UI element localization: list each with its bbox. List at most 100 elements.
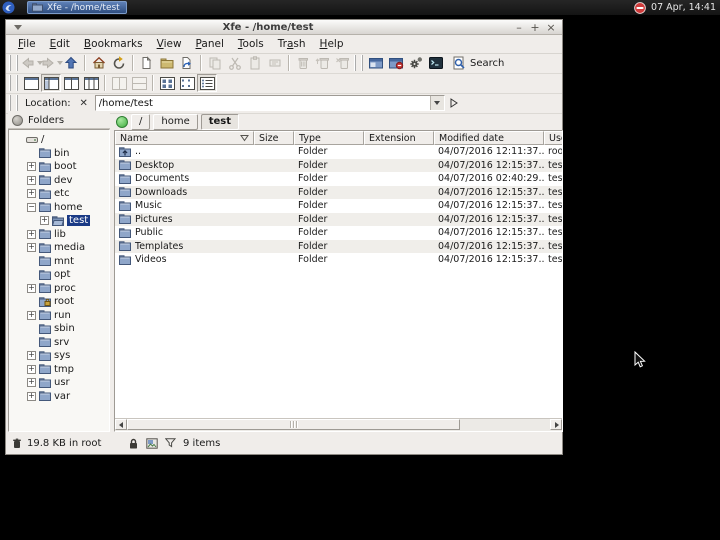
one-panel-button[interactable] <box>21 74 41 92</box>
column-header-name[interactable]: Name <box>115 131 254 145</box>
expand-icon[interactable]: + <box>40 216 49 225</box>
expand-icon[interactable]: + <box>27 162 36 171</box>
small-icons-view-button[interactable] <box>177 74 197 92</box>
expand-icon[interactable]: + <box>27 351 36 360</box>
file-row-Pictures[interactable]: PicturesFolder04/07/2016 12:15:37...test <box>115 213 562 227</box>
two-panels-button[interactable] <box>61 74 81 92</box>
tree-item-bin[interactable]: bin <box>9 147 109 161</box>
tree-item-sys[interactable]: +sys <box>9 349 109 363</box>
file-row-Videos[interactable]: VideosFolder04/07/2016 12:15:37...test <box>115 253 562 267</box>
location-input[interactable] <box>96 96 430 110</box>
location-dropdown-button[interactable] <box>430 96 444 110</box>
tree-item-srv[interactable]: srv <box>9 336 109 350</box>
tree-item-root-fs[interactable]: / <box>9 133 109 147</box>
tree-item-sbin[interactable]: sbin <box>9 322 109 336</box>
tree-item-boot[interactable]: +boot <box>9 160 109 174</box>
scrollbar-thumb[interactable] <box>127 419 460 430</box>
menu-trash[interactable]: Trash <box>271 36 313 52</box>
detailed-list-view-button[interactable] <box>197 74 217 92</box>
menu-panel[interactable]: Panel <box>189 36 231 52</box>
file-row-Templates[interactable]: TemplatesFolder04/07/2016 12:15:37...tes… <box>115 240 562 254</box>
tree-and-panel-button[interactable] <box>41 74 61 92</box>
taskbar-window-button[interactable]: Xfe - /home/test <box>27 1 127 14</box>
tree-item-media[interactable]: +media <box>9 241 109 255</box>
toolbar-handle[interactable] <box>9 95 18 111</box>
wm-logo-icon[interactable] <box>2 1 15 14</box>
clear-location-button[interactable]: ✕ <box>77 98 91 109</box>
tree-item-lib[interactable]: +lib <box>9 228 109 242</box>
file-row-Desktop[interactable]: DesktopFolder04/07/2016 12:15:37...test <box>115 159 562 173</box>
go-button[interactable] <box>450 98 458 108</box>
tree-item-proc[interactable]: +proc <box>9 282 109 296</box>
menu-bookmarks[interactable]: Bookmarks <box>77 36 150 52</box>
search-button[interactable]: Search <box>446 54 509 72</box>
expand-icon[interactable]: + <box>27 311 36 320</box>
collapse-icon[interactable]: − <box>27 203 36 212</box>
menu-view[interactable]: View <box>150 36 189 52</box>
expand-icon[interactable]: + <box>27 230 36 239</box>
padlock-icon[interactable] <box>128 438 139 449</box>
expand-icon[interactable]: + <box>27 189 36 198</box>
breadcrumb-root[interactable]: / <box>131 114 150 130</box>
column-header-user[interactable]: User <box>544 131 563 145</box>
tree-item-opt[interactable]: opt <box>9 268 109 282</box>
window-menu-icon[interactable] <box>14 25 22 30</box>
file-row-Downloads[interactable]: DownloadsFolder04/07/2016 12:15:37...tes… <box>115 186 562 200</box>
expand-icon[interactable]: + <box>27 365 36 374</box>
go-up-button[interactable] <box>61 54 81 72</box>
maximize-button[interactable]: + <box>530 22 540 33</box>
go-home-button[interactable] <box>89 54 109 72</box>
thumbnails-icon[interactable] <box>146 438 158 449</box>
menu-file[interactable]: File <box>11 36 43 52</box>
tree-item-var[interactable]: +var <box>9 390 109 404</box>
column-header-size[interactable]: Size <box>254 131 294 145</box>
expand-icon[interactable]: + <box>27 378 36 387</box>
new-window-button[interactable] <box>366 54 386 72</box>
horizontal-scrollbar[interactable] <box>115 418 562 431</box>
toolbar-handle[interactable] <box>9 75 18 91</box>
tree-item-mnt[interactable]: mnt <box>9 255 109 269</box>
tree-item-dev[interactable]: +dev <box>9 174 109 188</box>
scroll-left-button[interactable] <box>115 419 127 430</box>
breadcrumb-home[interactable]: home <box>153 114 197 130</box>
expand-icon[interactable]: + <box>27 392 36 401</box>
column-header-modified-date[interactable]: Modified date <box>434 131 544 145</box>
tree-and-two-panels-button[interactable] <box>81 74 101 92</box>
refresh-button[interactable] <box>109 54 129 72</box>
terminal-button[interactable] <box>426 54 446 72</box>
no-entry-icon[interactable] <box>634 2 646 14</box>
file-row-Documents[interactable]: DocumentsFolder04/07/2016 02:40:29...tes… <box>115 172 562 186</box>
tree-item-run[interactable]: +run <box>9 309 109 323</box>
toolbar-handle[interactable] <box>9 55 18 71</box>
close-button[interactable]: × <box>546 22 556 33</box>
file-row-Music[interactable]: MusicFolder04/07/2016 12:15:37...test <box>115 199 562 213</box>
execute-command-button[interactable] <box>406 54 426 72</box>
new-folder-button[interactable] <box>157 54 177 72</box>
tree-item-test[interactable]: +test <box>9 214 109 228</box>
menu-tools[interactable]: Tools <box>231 36 271 52</box>
expand-icon[interactable]: + <box>27 176 36 185</box>
big-icons-view-button[interactable] <box>157 74 177 92</box>
toolbar-handle[interactable] <box>354 55 363 71</box>
new-symlink-button[interactable] <box>177 54 197 72</box>
breadcrumb-test[interactable]: test <box>201 114 239 130</box>
column-header-type[interactable]: Type <box>294 131 364 145</box>
tree-item-etc[interactable]: +etc <box>9 187 109 201</box>
tree-item-root[interactable]: root <box>9 295 109 309</box>
file-row-Public[interactable]: PublicFolder04/07/2016 12:15:37...test <box>115 226 562 240</box>
new-file-button[interactable] <box>137 54 157 72</box>
minimize-button[interactable]: – <box>514 22 524 33</box>
expand-icon[interactable]: + <box>27 243 36 252</box>
tree-item-home[interactable]: −home <box>9 201 109 215</box>
column-header-extension[interactable]: Extension <box>364 131 434 145</box>
titlebar[interactable]: Xfe - /home/test –+× <box>6 20 562 35</box>
filter-icon[interactable] <box>165 438 176 448</box>
scroll-right-button[interactable] <box>550 419 562 430</box>
new-root-window-button[interactable] <box>386 54 406 72</box>
tree-item-tmp[interactable]: +tmp <box>9 363 109 377</box>
menu-edit[interactable]: Edit <box>43 36 77 52</box>
expand-icon[interactable]: + <box>27 284 36 293</box>
tree-item-usr[interactable]: +usr <box>9 376 109 390</box>
menu-help[interactable]: Help <box>313 36 351 52</box>
active-panel-indicator[interactable] <box>116 116 128 128</box>
